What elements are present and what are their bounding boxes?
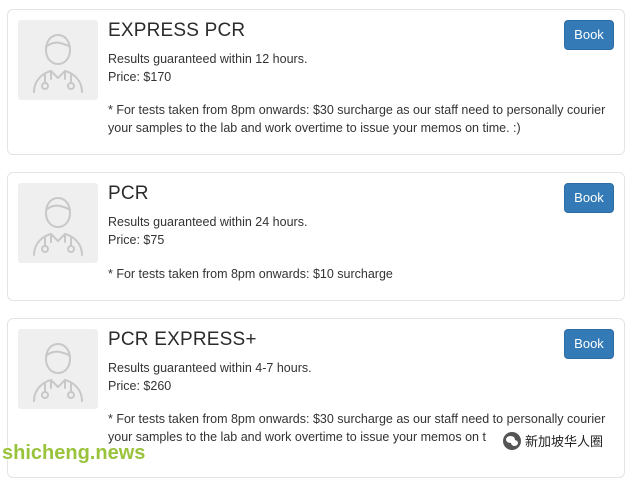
price-text: Price: $75: [108, 233, 165, 247]
test-title: PCR: [108, 183, 149, 204]
surcharge-note-line-1: * For tests taken from 8pm onwards: $10 …: [108, 267, 393, 281]
price-text: Price: $260: [108, 379, 172, 393]
test-card-express-pcr: EXPRESS PCR Results guaranteed within 12…: [7, 9, 625, 155]
wechat-icon: [503, 431, 521, 450]
surcharge-note-line-1: * For tests taken from 8pm onwards: $30 …: [108, 412, 606, 426]
wechat-badge: 新加坡华人圈: [500, 430, 607, 451]
doctor-avatar-icon: [18, 329, 98, 409]
test-title: PCR EXPRESS+: [108, 329, 257, 350]
results-text: Results guaranteed within 4-7 hours.: [108, 361, 312, 375]
book-button[interactable]: Book: [564, 20, 614, 50]
wechat-badge-text: 新加坡华人圈: [525, 434, 604, 449]
doctor-avatar-icon: [18, 20, 98, 100]
book-button[interactable]: Book: [564, 183, 614, 213]
price-text: Price: $170: [108, 70, 172, 84]
test-title: EXPRESS PCR: [108, 20, 246, 41]
results-text: Results guaranteed within 24 hours.: [108, 215, 308, 229]
test-card-pcr: PCR Results guaranteed within 24 hours. …: [7, 172, 625, 301]
book-button[interactable]: Book: [564, 329, 614, 359]
surcharge-note-line-2: your samples to the lab and work overtim…: [108, 121, 521, 135]
surcharge-note-line-2: your samples to the lab and work overtim…: [108, 430, 486, 444]
surcharge-note-line-1: * For tests taken from 8pm onwards: $30 …: [108, 103, 606, 117]
results-text: Results guaranteed within 12 hours.: [108, 52, 308, 66]
doctor-avatar-icon: [18, 183, 98, 263]
watermark: shicheng.news: [2, 442, 146, 464]
